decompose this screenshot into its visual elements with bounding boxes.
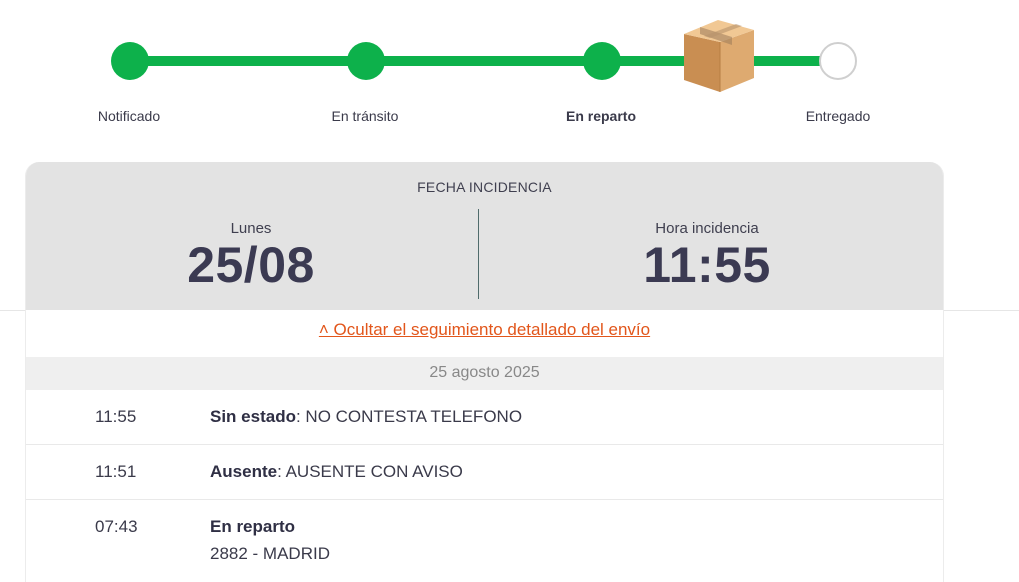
event-description: En reparto	[210, 517, 295, 537]
event-detail: : AUSENTE CON AVISO	[277, 462, 463, 481]
incident-time: 11:55	[643, 237, 771, 293]
tracking-toggle-row: ˄ Ocultar el seguimiento detallado del e…	[26, 311, 943, 357]
step-label-entregado: Entregado	[805, 108, 871, 124]
incident-card: FECHA INCIDENCIA Lunes 25/08 Hora incide…	[25, 162, 944, 582]
incident-date-block: Lunes 25/08	[26, 220, 476, 293]
incident-header: FECHA INCIDENCIA Lunes 25/08 Hora incide…	[26, 162, 943, 310]
step-dot-notificado	[111, 42, 149, 80]
event-time: 11:55	[95, 407, 137, 426]
incident-time-label: Hora incidencia	[655, 220, 759, 237]
hide-tracking-details-link[interactable]: ˄ Ocultar el seguimiento detallado del e…	[319, 320, 650, 340]
tracking-event-row: 07:43 En reparto 2882 - MADRID	[26, 500, 943, 582]
progress-line-segment	[366, 56, 602, 66]
tracking-event-row: 11:51 Ausente: AUSENTE CON AVISO	[26, 445, 943, 500]
event-time: 07:43	[95, 517, 138, 536]
tracking-event-row: 11:55 Sin estado: NO CONTESTA TELEFONO	[26, 390, 943, 445]
event-status: En reparto	[210, 517, 296, 536]
incident-title: FECHA INCIDENCIA	[417, 179, 552, 195]
step-label-en-transito: En tránsito	[331, 108, 399, 124]
progress-line-segment	[130, 56, 366, 66]
step-label-notificado: Notificado	[97, 108, 161, 124]
step-dot-entregado	[819, 42, 857, 80]
event-status: Ausente	[210, 462, 278, 481]
events-date: 25 agosto 2025	[429, 364, 540, 381]
event-status: Sin estado	[210, 407, 296, 426]
event-description: Ausente: AUSENTE CON AVISO	[210, 462, 463, 482]
step-dot-en-transito	[347, 42, 385, 80]
incident-day-label: Lunes	[230, 220, 272, 237]
events-date-header: 25 agosto 2025	[26, 357, 943, 390]
step-label-en-reparto: En reparto	[565, 108, 636, 124]
incident-time-block: Hora incidencia 11:55	[482, 220, 932, 293]
event-location: 2882 - MADRID	[210, 544, 330, 563]
event-time: 11:51	[95, 462, 137, 481]
event-description: Sin estado: NO CONTESTA TELEFONO	[210, 407, 522, 427]
event-detail: : NO CONTESTA TELEFONO	[295, 407, 523, 426]
package-box-icon	[684, 20, 754, 92]
step-dot-en-reparto	[583, 42, 621, 80]
header-separator	[478, 209, 479, 299]
incident-date: 25/08	[187, 237, 315, 293]
shipment-progress-tracker: Notificado En tránsito En reparto Entreg…	[0, 0, 1019, 140]
